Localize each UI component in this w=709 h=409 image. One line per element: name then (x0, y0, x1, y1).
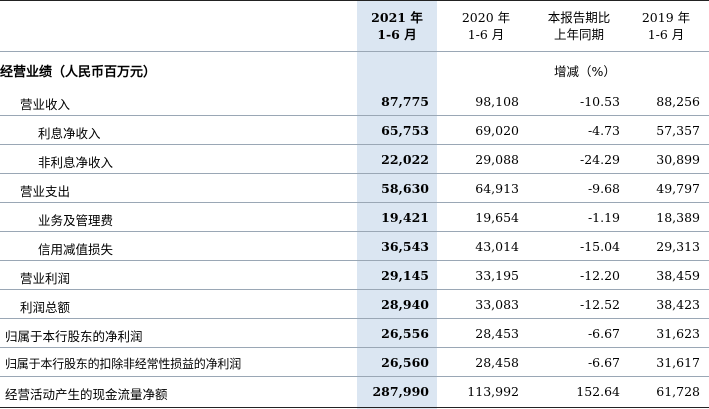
value-2021: 287,990 (372, 384, 429, 399)
section-title: 经营业绩（人民币百万元） (0, 65, 157, 80)
value-change: -4.73 (587, 123, 620, 138)
header-col-2019: 2019 年 1-6 月 (628, 4, 704, 48)
value-change: -24.29 (579, 152, 620, 167)
value-change: -12.20 (579, 268, 620, 283)
value-2021: 22,022 (381, 152, 429, 167)
value-2019: 88,256 (656, 94, 700, 109)
value-change: -15.04 (579, 239, 620, 254)
row-divider (0, 289, 709, 290)
row-divider (0, 376, 709, 377)
value-2020: 98,108 (475, 94, 519, 109)
value-change: 152.64 (576, 384, 620, 399)
row-label: 业务及管理费 (38, 213, 114, 228)
value-2019: 29,313 (656, 239, 700, 254)
row-divider (0, 144, 709, 145)
row-label: 利息净收入 (38, 126, 101, 141)
value-2021: 65,753 (381, 123, 429, 138)
value-2019: 38,459 (656, 268, 700, 283)
header-col-2020-line1: 2020 年 (461, 10, 511, 25)
change-unit-label: 增减（%） (554, 64, 616, 79)
row-label: 营业支出 (20, 184, 71, 199)
value-2019: 57,357 (656, 123, 700, 138)
value-change: -6.67 (587, 355, 620, 370)
value-2021: 26,560 (381, 355, 429, 370)
table-row: 营业支出 58,630 64,913 -9.68 49,797 (0, 175, 709, 203)
header-col-2021: 2021 年 1-6 月 (357, 4, 437, 48)
table-row: 信用减值损失 36,543 43,014 -15.04 29,313 (0, 233, 709, 261)
header-col-2021-line1: 2021 年 (371, 10, 423, 25)
header-bottom-rule (0, 51, 709, 52)
table-bottom-rule (0, 407, 709, 408)
value-2020: 29,088 (475, 152, 519, 167)
value-2020: 69,020 (475, 123, 519, 138)
table-row: 非利息净收入 22,022 29,088 -24.29 30,899 (0, 146, 709, 174)
header-col-2019-line2: 1-6 月 (647, 27, 685, 42)
value-2019: 30,899 (656, 152, 700, 167)
header-col-2019-line1: 2019 年 (641, 10, 691, 25)
value-2020: 43,014 (475, 239, 519, 254)
value-change: -12.52 (579, 297, 620, 312)
value-2019: 31,623 (656, 326, 700, 341)
value-2019: 38,423 (656, 297, 700, 312)
table-row: 经营活动产生的现金流量净额 287,990 113,992 152.64 61,… (0, 378, 709, 406)
value-2020: 19,654 (475, 210, 519, 225)
row-label: 营业利润 (20, 271, 71, 286)
row-label: 营业收入 (20, 97, 71, 112)
row-label: 归属于本行股东的净利润 (5, 329, 143, 344)
value-2019: 49,797 (656, 181, 700, 196)
row-divider (0, 347, 709, 348)
header-col-2021-line2: 1-6 月 (377, 27, 417, 42)
value-2021: 36,543 (381, 239, 429, 254)
value-2021: 26,556 (381, 326, 429, 341)
value-2019: 18,389 (656, 210, 700, 225)
value-2020: 113,992 (467, 384, 519, 399)
value-2020: 28,453 (475, 326, 519, 341)
value-2019: 31,617 (656, 355, 700, 370)
row-divider (0, 115, 709, 116)
value-2020: 33,195 (475, 268, 519, 283)
row-divider (0, 260, 709, 261)
table-top-rule (0, 0, 709, 1)
header-col-2020-line2: 1-6 月 (467, 27, 505, 42)
table-row: 归属于本行股东的扣除非经常性损益的净利润 26,560 28,458 -6.67… (0, 349, 709, 377)
table-row: 营业利润 29,145 33,195 -12.20 38,459 (0, 262, 709, 290)
section-header-row: 经营业绩（人民币百万元） 增减（%） (0, 54, 709, 84)
row-label: 经营活动产生的现金流量净额 (5, 387, 168, 402)
row-divider (0, 202, 709, 203)
value-2021: 87,775 (381, 94, 429, 109)
value-change: -1.19 (587, 210, 620, 225)
row-label: 利润总额 (20, 300, 71, 315)
table-row: 归属于本行股东的净利润 26,556 28,453 -6.67 31,623 (0, 320, 709, 348)
value-2020: 28,458 (475, 355, 519, 370)
value-2021: 28,940 (381, 297, 429, 312)
value-change: -10.53 (579, 94, 620, 109)
table-row: 利息净收入 65,753 69,020 -4.73 57,357 (0, 117, 709, 145)
row-divider (0, 231, 709, 232)
row-divider (0, 173, 709, 174)
header-col-change-line1: 本报告期比 (547, 10, 611, 25)
value-2021: 19,421 (381, 210, 429, 225)
header-col-change: 本报告期比 上年同期 (530, 4, 628, 48)
table-row: 业务及管理费 19,421 19,654 -1.19 18,389 (0, 204, 709, 232)
row-label: 信用减值损失 (38, 242, 114, 257)
row-divider (0, 318, 709, 319)
value-2019: 61,728 (656, 384, 700, 399)
header-col-change-line2: 上年同期 (553, 27, 604, 42)
row-label: 归属于本行股东的扣除非经常性损益的净利润 (5, 357, 242, 371)
value-2020: 64,913 (475, 181, 519, 196)
table-row: 利润总额 28,940 33,083 -12.52 38,423 (0, 291, 709, 319)
row-label: 非利息净收入 (38, 155, 114, 170)
table-row: 营业收入 87,775 98,108 -10.53 88,256 (0, 88, 709, 116)
header-col-2020: 2020 年 1-6 月 (442, 4, 530, 48)
value-change: -6.67 (587, 326, 620, 341)
value-2021: 58,630 (381, 181, 429, 196)
value-change: -9.68 (587, 181, 620, 196)
value-2021: 29,145 (381, 268, 429, 283)
value-2020: 33,083 (475, 297, 519, 312)
